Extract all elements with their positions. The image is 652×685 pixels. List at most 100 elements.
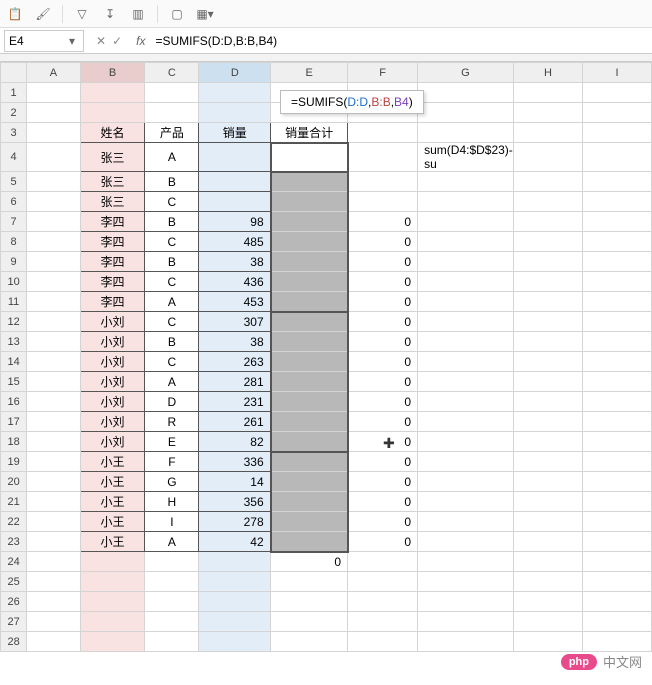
cell-G25[interactable]: [418, 572, 514, 592]
row-header-6[interactable]: 6: [1, 192, 27, 212]
cell-G3[interactable]: [418, 123, 514, 143]
cell-H10[interactable]: [513, 272, 582, 292]
row-header-21[interactable]: 21: [1, 492, 27, 512]
cell-D18[interactable]: 82: [199, 432, 271, 452]
cell-F15[interactable]: 0: [348, 372, 418, 392]
cell-A11[interactable]: [27, 292, 81, 312]
cell-E6[interactable]: [271, 192, 348, 212]
cell-D11[interactable]: 453: [199, 292, 271, 312]
cell-H4[interactable]: [513, 143, 582, 172]
cell-I2[interactable]: [583, 103, 652, 123]
cell-G14[interactable]: [418, 352, 514, 372]
cell-A4[interactable]: [27, 143, 81, 172]
row-header-9[interactable]: 9: [1, 252, 27, 272]
cell-F5[interactable]: [348, 172, 418, 192]
cell-I25[interactable]: [583, 572, 652, 592]
row-header-25[interactable]: 25: [1, 572, 27, 592]
cell-F9[interactable]: 0: [348, 252, 418, 272]
cell-A9[interactable]: [27, 252, 81, 272]
row-header-17[interactable]: 17: [1, 412, 27, 432]
col-header-D[interactable]: D: [199, 63, 271, 83]
cell-I13[interactable]: [583, 332, 652, 352]
cell-F21[interactable]: 0: [348, 492, 418, 512]
filter-icon[interactable]: ▽: [71, 3, 93, 25]
cell-C17[interactable]: R: [145, 412, 199, 432]
row-header-13[interactable]: 13: [1, 332, 27, 352]
col-header-G[interactable]: G: [418, 63, 514, 83]
cell-E15[interactable]: [271, 372, 348, 392]
cell-B12[interactable]: 小刘: [80, 312, 145, 332]
cell-D2[interactable]: [199, 103, 271, 123]
cell-E26[interactable]: [271, 592, 348, 612]
cell-F26[interactable]: [348, 592, 418, 612]
cell-E22[interactable]: [271, 512, 348, 532]
cell-B26[interactable]: [80, 592, 145, 612]
cell-F27[interactable]: [348, 612, 418, 632]
cell-G5[interactable]: [418, 172, 514, 192]
cell-F20[interactable]: 0: [348, 472, 418, 492]
cell-A1[interactable]: [27, 83, 81, 103]
cell-H28[interactable]: [513, 632, 582, 652]
cell-I21[interactable]: [583, 492, 652, 512]
cell-D13[interactable]: 38: [199, 332, 271, 352]
cell-A25[interactable]: [27, 572, 81, 592]
cell-D24[interactable]: [199, 552, 271, 572]
cell-F7[interactable]: 0: [348, 212, 418, 232]
cell-A15[interactable]: [27, 372, 81, 392]
cell-H26[interactable]: [513, 592, 582, 612]
cell-I26[interactable]: [583, 592, 652, 612]
cell-H3[interactable]: [513, 123, 582, 143]
cell-H24[interactable]: [513, 552, 582, 572]
cell-I3[interactable]: [583, 123, 652, 143]
cell-E10[interactable]: [271, 272, 348, 292]
cell-D26[interactable]: [199, 592, 271, 612]
cell-D7[interactable]: 98: [199, 212, 271, 232]
cell-I12[interactable]: [583, 312, 652, 332]
col-header-C[interactable]: C: [145, 63, 199, 83]
cell-A13[interactable]: [27, 332, 81, 352]
cell-E7[interactable]: [271, 212, 348, 232]
paste-icon[interactable]: 📋: [4, 3, 26, 25]
row-header-26[interactable]: 26: [1, 592, 27, 612]
cell-G21[interactable]: [418, 492, 514, 512]
cell-E25[interactable]: [271, 572, 348, 592]
cell-B18[interactable]: 小刘: [80, 432, 145, 452]
cell-D6[interactable]: [199, 192, 271, 212]
cell-A17[interactable]: [27, 412, 81, 432]
cell-B11[interactable]: 李四: [80, 292, 145, 312]
cell-E12[interactable]: [271, 312, 348, 332]
cell-H20[interactable]: [513, 472, 582, 492]
confirm-icon[interactable]: ✓: [112, 34, 122, 48]
cell-D14[interactable]: 263: [199, 352, 271, 372]
cell-G6[interactable]: [418, 192, 514, 212]
cell-B1[interactable]: [80, 83, 145, 103]
sort-icon[interactable]: ↧: [99, 3, 121, 25]
cell-G1[interactable]: [418, 83, 514, 103]
cell-B2[interactable]: [80, 103, 145, 123]
cell-D9[interactable]: 38: [199, 252, 271, 272]
cell-F14[interactable]: 0: [348, 352, 418, 372]
row-header-19[interactable]: 19: [1, 452, 27, 472]
col-header-B[interactable]: B: [80, 63, 145, 83]
cell-A8[interactable]: [27, 232, 81, 252]
col-header-E[interactable]: E: [271, 63, 348, 83]
row-header-5[interactable]: 5: [1, 172, 27, 192]
cell-E19[interactable]: [271, 452, 348, 472]
cell-C25[interactable]: [145, 572, 199, 592]
cell-F25[interactable]: [348, 572, 418, 592]
cell-D8[interactable]: 485: [199, 232, 271, 252]
cell-G26[interactable]: [418, 592, 514, 612]
cell-B10[interactable]: 李四: [80, 272, 145, 292]
cell-F6[interactable]: [348, 192, 418, 212]
cell-G12[interactable]: [418, 312, 514, 332]
cell-D12[interactable]: 307: [199, 312, 271, 332]
cell-B4[interactable]: 张三: [80, 143, 145, 172]
row-header-15[interactable]: 15: [1, 372, 27, 392]
row-header-20[interactable]: 20: [1, 472, 27, 492]
cell-D5[interactable]: [199, 172, 271, 192]
cell-A6[interactable]: [27, 192, 81, 212]
cell-B13[interactable]: 小刘: [80, 332, 145, 352]
cell-H18[interactable]: [513, 432, 582, 452]
cell-C18[interactable]: E: [145, 432, 199, 452]
cell-E9[interactable]: [271, 252, 348, 272]
